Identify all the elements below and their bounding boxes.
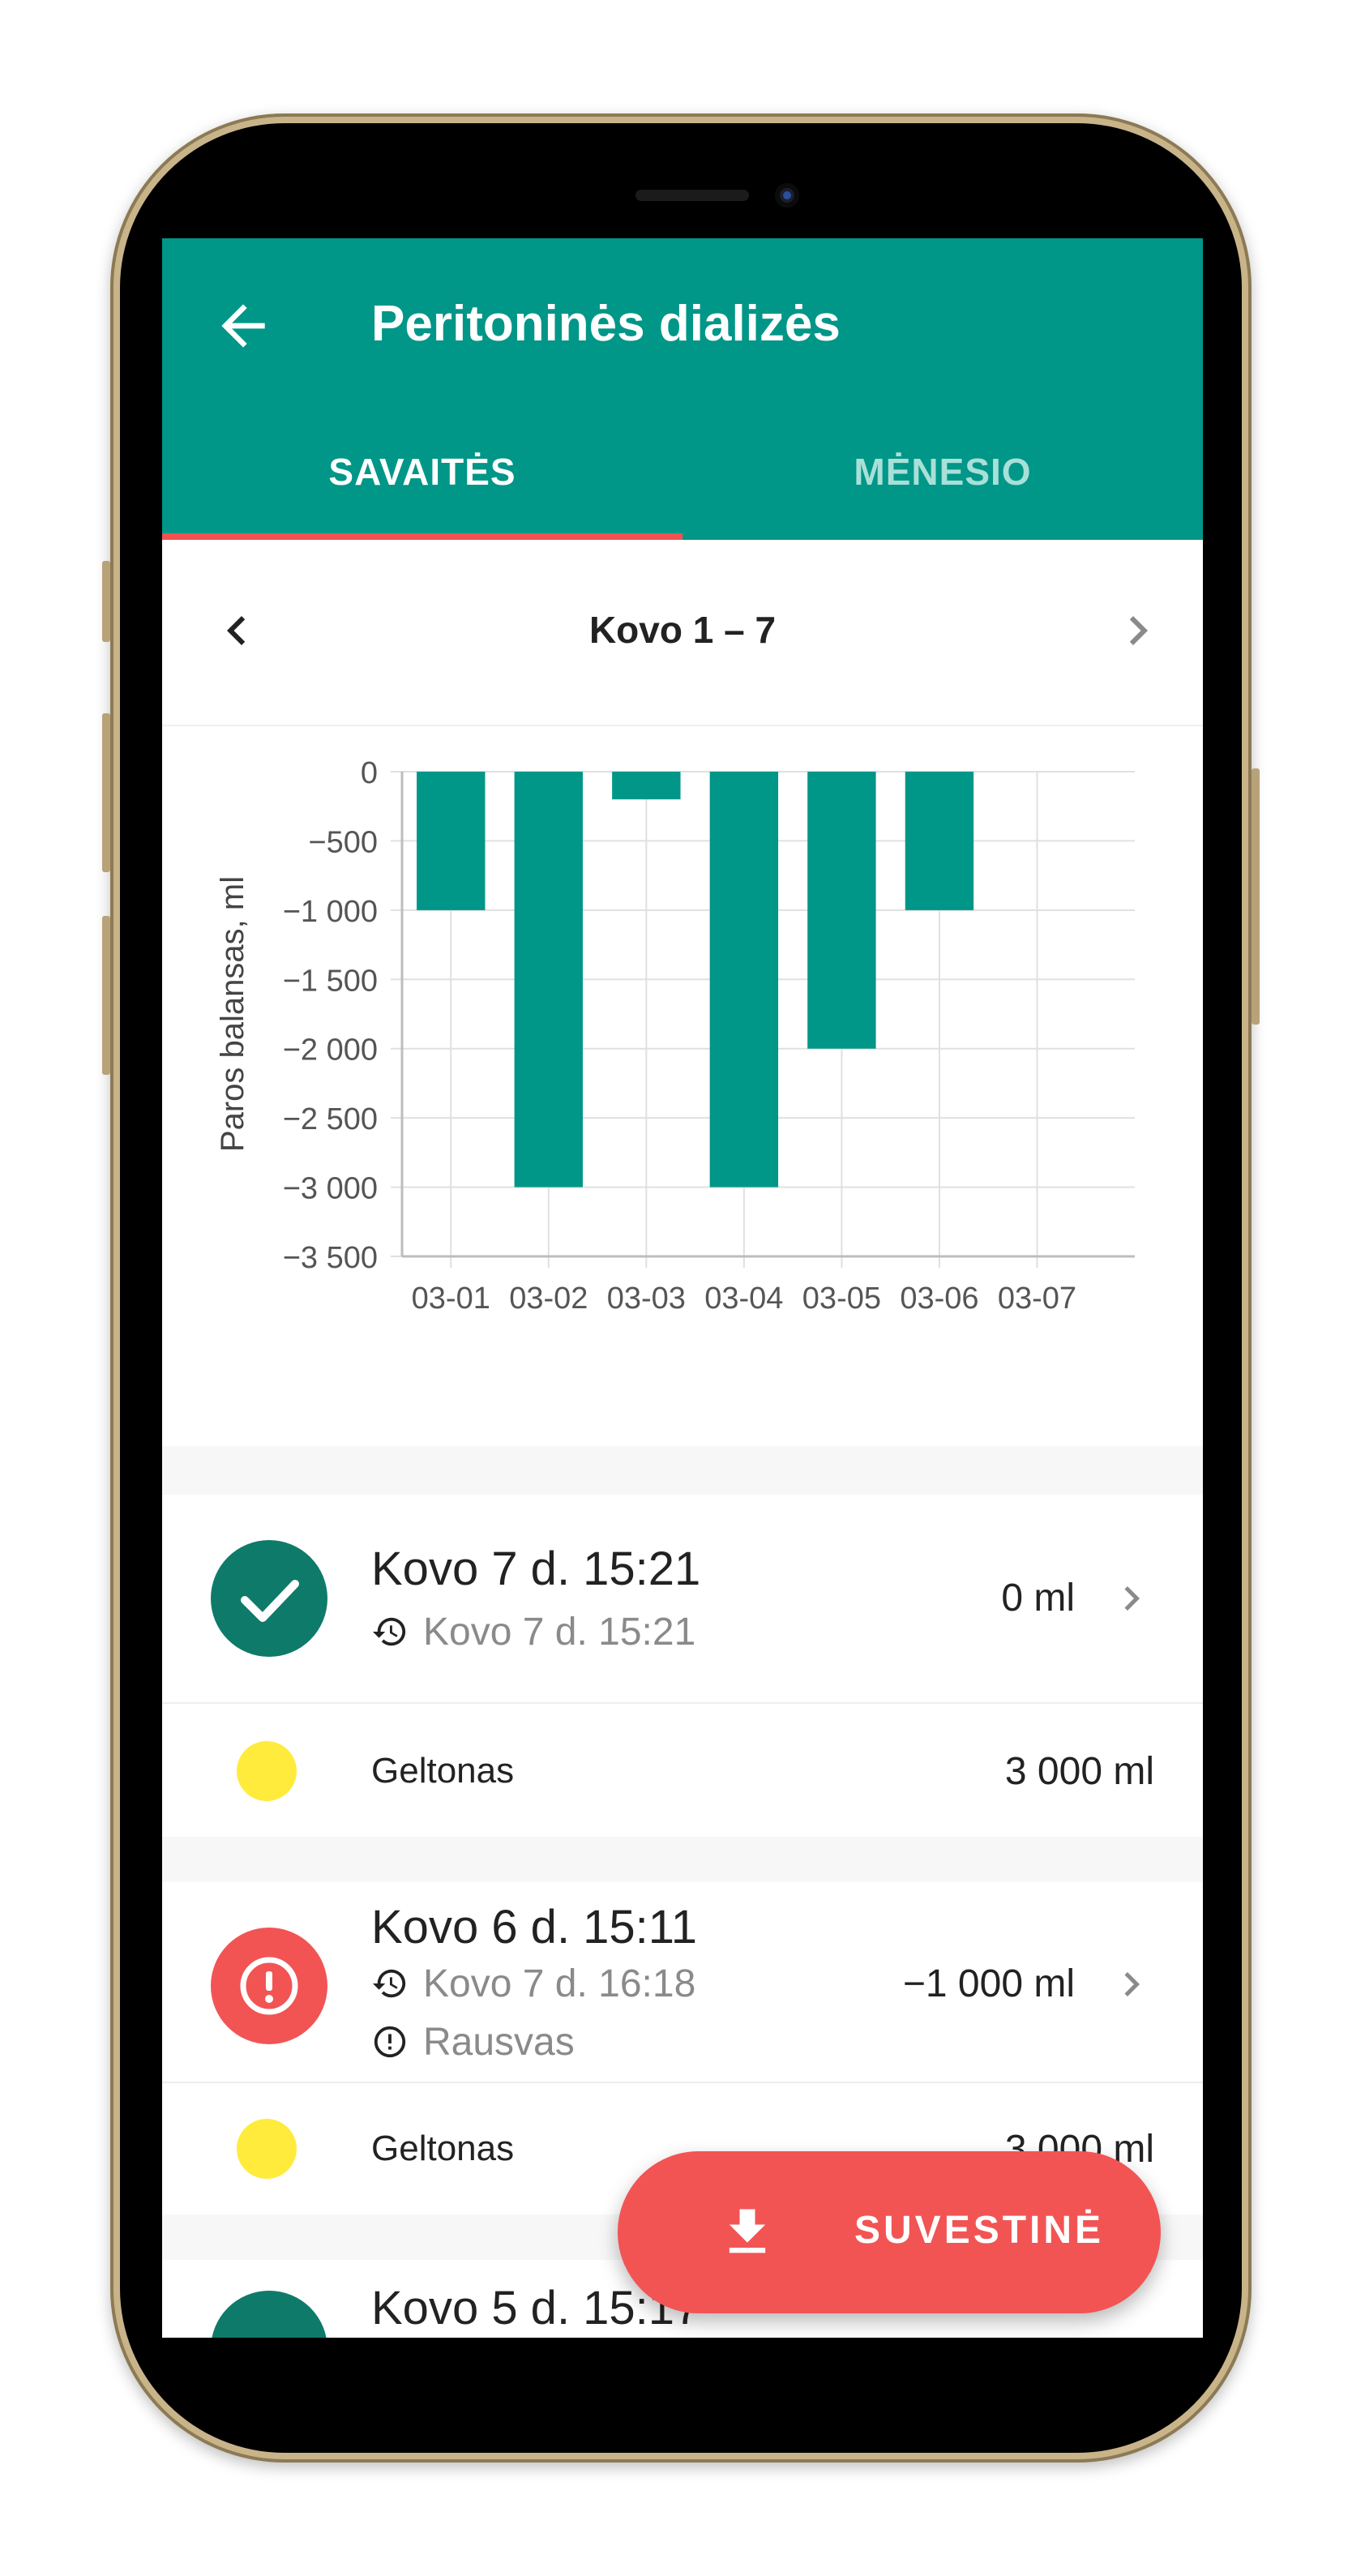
status-warning-badge <box>211 1928 327 2044</box>
check-icon <box>241 1580 299 1622</box>
next-period-button[interactable] <box>1109 601 1167 660</box>
x-tick-label: 03-07 <box>998 1282 1076 1316</box>
bag-name: Geltonas <box>371 1751 515 1791</box>
record-updated: Kovo 7 d. 15:21 <box>371 1610 695 1654</box>
summary-button-label: SUVESTINĖ <box>854 2209 1105 2252</box>
status-ok-badge <box>211 2291 327 2338</box>
y-axis-label: Paros balansas, ml <box>215 876 250 1152</box>
section-gap <box>162 1446 1203 1495</box>
back-button[interactable] <box>211 293 276 358</box>
bar-03-05[interactable] <box>807 772 876 1049</box>
bag-color-dot <box>237 2119 297 2179</box>
silent-switch <box>102 561 110 642</box>
chevron-right-icon[interactable] <box>1107 1574 1156 1623</box>
bar-03-04[interactable] <box>709 772 779 1187</box>
summary-download-button[interactable]: SUVESTINĖ <box>618 2151 1161 2313</box>
y-tick-label: −1 000 <box>283 895 378 929</box>
x-tick-label: 03-03 <box>607 1282 686 1316</box>
chevron-right-icon <box>1129 616 1148 645</box>
daily-balance-chart: 0 −500 −1 000 −1 500 −2 000 −2 500 −3 000 −3 50… <box>162 726 1203 1436</box>
arrow-left-icon <box>221 304 265 348</box>
chevron-right-icon[interactable] <box>1107 1960 1156 2009</box>
x-tick-label: 03-01 <box>412 1282 490 1316</box>
x-tick-label: 03-04 <box>704 1282 783 1316</box>
bar-03-02[interactable] <box>514 772 583 1187</box>
volume-up-button <box>102 713 110 872</box>
earpiece-speaker <box>635 190 749 201</box>
record-item[interactable]: Kovo 7 d. 15:21 Kovo 7 d. 15:21 0 ml <box>162 1495 1203 1702</box>
record-updated-text: Kovo 7 d. 15:21 <box>423 1611 696 1654</box>
tab-week[interactable]: SAVAITĖS <box>162 423 682 537</box>
history-icon <box>372 1969 406 1998</box>
bag-volume: 3 000 ml <box>1004 1750 1154 1793</box>
bar-chart: 0 −500 −1 000 −1 500 −2 000 −2 500 −3 000 −3 50… <box>215 756 1135 1316</box>
period-selector: Kovo 1 – 7 <box>162 540 1203 726</box>
record-balance: 0 ml <box>1001 1577 1075 1620</box>
record-updated: Kovo 7 d. 16:18 <box>371 1962 695 2006</box>
record-item[interactable]: Kovo 6 d. 15:11 Kovo 7 d. 16:18 Rausvas … <box>162 1882 1203 2082</box>
x-tick-label: 03-05 <box>802 1282 881 1316</box>
y-tick-label: 0 <box>361 756 378 790</box>
record-balance: −1 000 ml <box>902 1962 1075 2005</box>
y-tick-label: −1 500 <box>283 964 378 998</box>
bag-name: Geltonas <box>371 2129 515 2168</box>
record-warning: Rausvas <box>371 2020 575 2065</box>
status-ok-badge <box>211 1540 327 1657</box>
volume-down-button <box>102 916 110 1075</box>
power-button <box>1252 768 1260 1025</box>
history-icon <box>372 1617 406 1646</box>
x-tick-label: 03-02 <box>509 1282 588 1316</box>
bar-03-01[interactable] <box>417 772 486 910</box>
section-gap <box>162 1837 1203 1882</box>
page-title: Peritoninės dializės <box>371 296 841 352</box>
y-tick-label: −500 <box>308 825 378 859</box>
period-label: Kovo 1 – 7 <box>588 609 777 651</box>
bar-03-06[interactable] <box>905 772 974 910</box>
download-icon <box>729 2209 766 2253</box>
y-tick-label: −2 000 <box>283 1033 378 1068</box>
app-bar: Peritoninės dializės SAVAITĖS MĖNESIO <box>162 238 1203 540</box>
record-title: Kovo 7 d. 15:21 <box>371 1543 701 1595</box>
bar-03-03[interactable] <box>612 772 681 800</box>
y-tick-label: −3 500 <box>283 1241 378 1275</box>
front-camera <box>775 183 799 208</box>
app-screen: Peritoninės dializės SAVAITĖS MĖNESIO Ko… <box>162 238 1203 2338</box>
y-tick-label: −2 500 <box>283 1102 378 1136</box>
bag-color-dot <box>237 1741 297 1801</box>
x-tick-label: 03-06 <box>900 1282 978 1316</box>
record-title: Kovo 6 d. 15:11 <box>371 1901 698 1953</box>
alert-circle-icon <box>240 1957 298 2015</box>
bag-row: Geltonas 3 000 ml <box>162 1704 1203 1837</box>
active-tab-indicator <box>162 533 682 540</box>
tab-month[interactable]: MĖNESIO <box>682 423 1203 537</box>
record-warning-text: Rausvas <box>423 2021 575 2064</box>
record-updated-text: Kovo 7 d. 16:18 <box>423 1962 696 2005</box>
y-tick-label: −3 000 <box>283 1172 378 1206</box>
alert-circle-icon <box>374 2026 406 2058</box>
